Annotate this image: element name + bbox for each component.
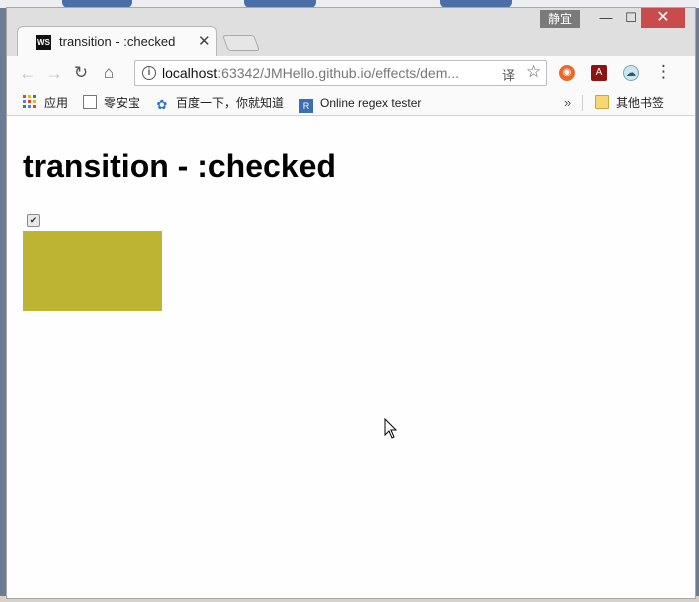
bookmark-label: 应用 [44,96,69,110]
forward-arrow-icon[interactable]: → [43,62,65,84]
translate-icon[interactable]: 译 [502,65,515,84]
mouse-cursor-icon [384,418,398,439]
tab-strip: 静宜 — ☐ ✕ WS transition - :checked ✕ [7,8,695,56]
folder-icon [595,95,609,109]
demo-checkbox[interactable]: ✔ [27,214,40,227]
bookmark-label: 零安宝 [104,96,141,110]
pdf-extension-icon[interactable]: A [591,65,607,81]
tab-title: transition - :checked [59,34,176,49]
tab-close-icon[interactable]: ✕ [198,32,211,50]
bookmarks-overflow-button[interactable]: » [564,95,571,111]
transition-box [23,231,162,311]
bookmark-item[interactable]: 零安宝 [83,95,140,111]
apps-grid-icon [23,95,37,109]
bookmark-label: Online regex tester [320,96,422,110]
back-arrow-icon[interactable]: ← [17,62,39,84]
url-path: :63342/JMHello.github.io/effects/dem... [217,65,460,81]
page-title: transition - :checked [23,148,336,184]
other-bookmarks-folder[interactable]: 其他书签 [595,95,664,111]
bookmark-baidu[interactable]: ✿ 百度一下，你就知道 [155,95,285,112]
cloud-extension-icon[interactable]: ☁ [623,65,639,81]
bookmark-apps[interactable]: 应用 [23,95,68,111]
address-bar[interactable]: i localhost:63342/JMHello.github.io/effe… [134,60,547,86]
info-icon[interactable]: i [142,66,156,80]
webstorm-icon: WS [36,35,51,50]
url-text[interactable]: localhost:63342/JMHello.github.io/effect… [162,65,459,81]
tab-active[interactable]: WS transition - :checked ✕ [17,26,217,56]
new-tab-button[interactable] [222,35,260,51]
baidu-paw-icon: ✿ [156,97,168,112]
other-bookmarks-label: 其他书签 [616,96,665,110]
page-viewport: transition - :checked ✔ [7,116,695,598]
regex-icon: R [299,99,313,113]
bookmark-icon [83,95,97,109]
bookmarks-bar: 应用 零安宝 ✿ 百度一下，你就知道 R Online regex tester »… [7,90,695,116]
bookmark-label: 百度一下，你就知道 [176,96,285,110]
bookmarks-divider [582,95,583,111]
profile-badge[interactable]: 静宜 [540,10,580,28]
url-host: localhost [162,65,218,81]
bookmark-regex[interactable]: R Online regex tester [299,95,422,113]
home-icon[interactable]: ⌂ [98,62,120,84]
menu-icon[interactable]: ⋮ [655,62,672,82]
navigation-toolbar: ← → ↻ ⌂ i localhost:63342/JMHello.github… [7,56,695,90]
bookmark-star-icon[interactable]: ☆ [526,62,541,82]
extension-orange-icon[interactable]: ◉ [559,65,575,81]
reload-icon[interactable]: ↻ [70,62,92,84]
close-window-button[interactable]: ✕ [641,8,685,28]
browser-window: 静宜 — ☐ ✕ WS transition - :checked ✕ ← → … [6,7,696,599]
